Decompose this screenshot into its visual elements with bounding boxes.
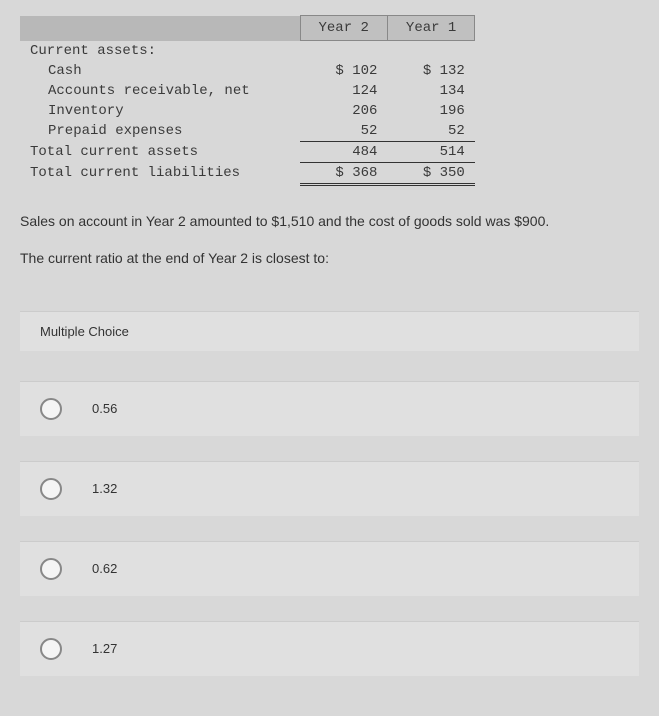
- option-label: 1.27: [92, 641, 117, 656]
- section-current-assets: Current assets:: [20, 41, 300, 61]
- question-prompt: The current ratio at the end of Year 2 i…: [20, 250, 639, 266]
- prepaid-y2: 52: [300, 121, 387, 142]
- tcl-y1: $ 350: [387, 162, 474, 184]
- ar-y1: 134: [387, 81, 474, 101]
- option-label: 0.62: [92, 561, 117, 576]
- financial-table: Year 2 Year 1 Current assets: Cash $ 102…: [20, 15, 475, 186]
- mc-option-d[interactable]: 1.27: [20, 621, 639, 676]
- question-context: Sales on account in Year 2 amounted to $…: [20, 211, 639, 232]
- col-header-year1: Year 1: [387, 16, 474, 41]
- row-label-total-ca: Total current assets: [20, 141, 300, 162]
- radio-icon[interactable]: [40, 638, 62, 660]
- row-label-ar: Accounts receivable, net: [20, 81, 300, 101]
- tca-y1: 514: [387, 141, 474, 162]
- radio-icon[interactable]: [40, 398, 62, 420]
- tcl-y2: $ 368: [300, 162, 387, 184]
- ar-y2: 124: [300, 81, 387, 101]
- cash-y1: $ 132: [387, 61, 474, 81]
- row-label-inventory: Inventory: [20, 101, 300, 121]
- mc-option-a[interactable]: 0.56: [20, 381, 639, 436]
- row-label-total-cl: Total current liabilities: [20, 162, 300, 184]
- cash-y2: $ 102: [300, 61, 387, 81]
- option-label: 1.32: [92, 481, 117, 496]
- tca-y2: 484: [300, 141, 387, 162]
- row-label-cash: Cash: [20, 61, 300, 81]
- radio-icon[interactable]: [40, 558, 62, 580]
- col-header-year2: Year 2: [300, 16, 387, 41]
- mc-option-b[interactable]: 1.32: [20, 461, 639, 516]
- inv-y1: 196: [387, 101, 474, 121]
- multiple-choice-header: Multiple Choice: [20, 311, 639, 351]
- option-label: 0.56: [92, 401, 117, 416]
- mc-option-c[interactable]: 0.62: [20, 541, 639, 596]
- prepaid-y1: 52: [387, 121, 474, 142]
- inv-y2: 206: [300, 101, 387, 121]
- radio-icon[interactable]: [40, 478, 62, 500]
- row-label-prepaid: Prepaid expenses: [20, 121, 300, 142]
